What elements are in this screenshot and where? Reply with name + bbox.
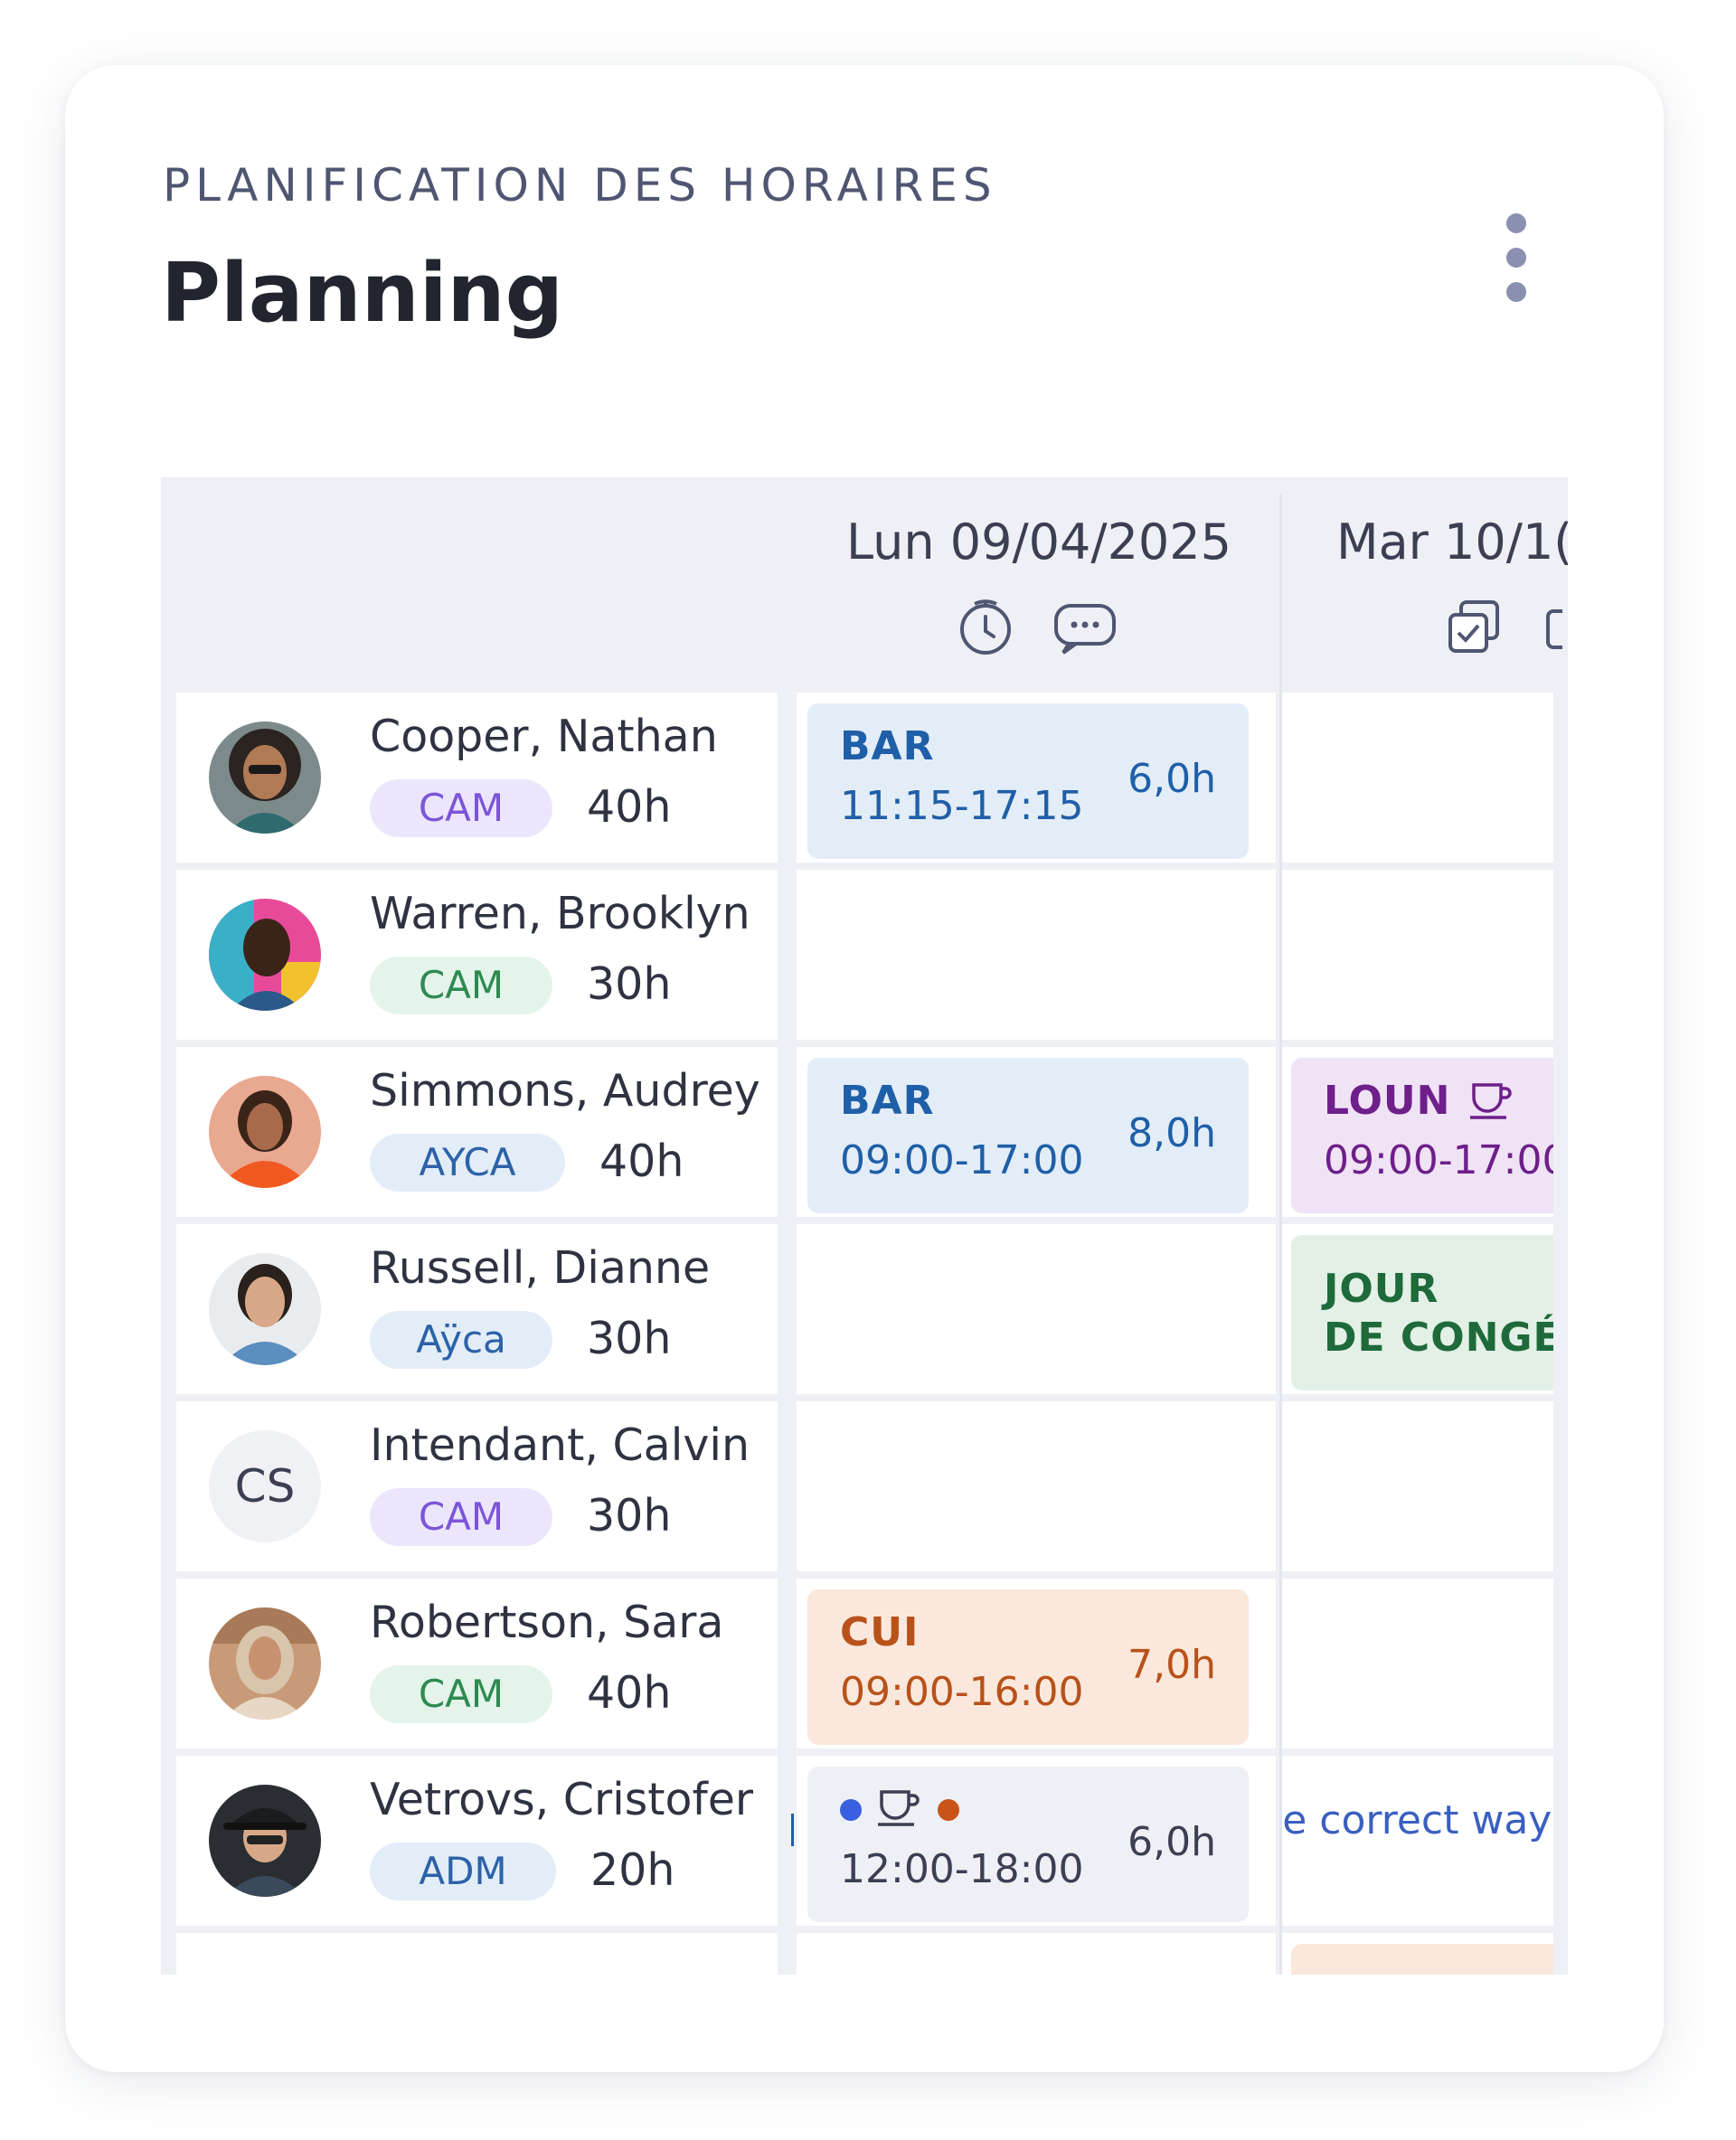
shift-duration: 8,0h [1127,1110,1216,1156]
role-badge: CAM [370,1665,552,1723]
table-row: CS Intendant, Calvin CAM 30h [161,1401,1568,1571]
avatar [209,899,321,1011]
avatar [209,721,321,834]
copy-check-icon[interactable] [1445,599,1503,656]
shift-time: 09:00-17:00 [840,1137,1084,1183]
role-badge: CAM [370,779,552,837]
comment-icon[interactable] [1052,599,1118,656]
employee-name: Russell, Dianne [370,1242,711,1294]
employee-name: Intendant, Calvin [370,1419,750,1471]
day-cell[interactable] [1282,1933,1553,1975]
avatar [209,1076,321,1188]
employee-name: Robertson, Sara [370,1597,724,1648]
day-header-mon: Lun 09/04/2025 [846,514,1231,570]
role-badge: ADM [370,1843,556,1900]
table-row [161,1933,1568,1975]
employee-cell[interactable]: Russell, Dianne Aÿca 30h [176,1224,778,1394]
table-row: Vetrovs, Cristofer ADM 20h 12:00-18:00 6… [161,1756,1568,1926]
day-cell[interactable] [797,1933,1276,1975]
day-cell[interactable] [797,1224,1276,1394]
contract-hours: 30h [587,1490,672,1541]
employee-cell[interactable]: Simmons, Audrey AYCA 40h [176,1047,778,1217]
shift-card[interactable]: 12:00-18:00 6,0h [807,1767,1249,1922]
contract-hours: 40h [587,781,672,833]
table-row: Russell, Dianne Aÿca 30h JOUR DE CONGÉ [161,1224,1568,1394]
day-cell[interactable]: JOUR DE CONGÉ [1282,1224,1553,1394]
shift-time: 12:00-18:00 [840,1846,1084,1892]
shift-card[interactable] [1291,1944,1553,1975]
day-cell[interactable] [1282,1401,1553,1571]
shift-card[interactable]: LOUN 09:00-17:00 [1291,1058,1553,1213]
day-cell[interactable] [1282,870,1553,1040]
shift-card[interactable]: BAR 09:00-17:00 8,0h [807,1058,1249,1213]
day-off-card[interactable]: JOUR DE CONGÉ [1291,1235,1553,1391]
cursor-marker [791,1814,794,1846]
status-dot-blue [840,1799,862,1821]
contract-hours: 40h [587,1667,672,1719]
table-row: Robertson, Sara CAM 40h CUI 09:00-16:00 … [161,1579,1568,1749]
contract-hours: 40h [599,1136,684,1187]
page-title: Planning [161,246,564,341]
employee-cell[interactable]: Cooper, Nathan CAM 40h [176,693,778,863]
table-row: Simmons, Audrey AYCA 40h BAR 09:00-17:00… [161,1047,1568,1217]
day-cell[interactable]: BAR 11:15-17:15 6,0h [797,693,1276,863]
day-cell[interactable] [797,1401,1276,1571]
section-eyebrow: PLANIFICATION DES HORAIRES [163,159,997,212]
shift-time: 09:00-16:00 [840,1669,1084,1715]
partial-icon[interactable] [1539,599,1566,656]
employee-name: Cooper, Nathan [370,711,718,762]
day-cell[interactable] [1282,693,1553,863]
contract-hours: 20h [590,1844,675,1896]
shift-duration: 6,0h [1127,756,1216,802]
avatar [209,1607,321,1720]
role-badge: AYCA [370,1134,565,1192]
shift-code: BAR [840,723,935,769]
day-cell[interactable]: ıe correct way [1282,1756,1553,1926]
shift-time: 11:15-17:15 [840,783,1084,829]
avatar [209,1253,321,1365]
employee-cell[interactable]: CS Intendant, Calvin CAM 30h [176,1401,778,1571]
day-off-line2: DE CONGÉ [1324,1315,1553,1361]
day-cell[interactable] [797,870,1276,1040]
table-row: Warren, Brooklyn CAM 30h [161,870,1568,1040]
kebab-menu-icon[interactable] [1494,208,1539,307]
note-text: ıe correct way [1282,1797,1552,1843]
day-cell[interactable] [1282,1579,1553,1749]
role-badge: CAM [370,1488,552,1546]
avatar-initials: CS [209,1430,321,1542]
status-dot-orange [938,1799,959,1821]
employee-name: Simmons, Audrey [370,1065,760,1117]
day-cell[interactable]: BAR 09:00-17:00 8,0h [797,1047,1276,1217]
shift-duration: 6,0h [1127,1819,1216,1865]
contract-hours: 30h [587,958,672,1010]
clock-icon[interactable] [957,599,1014,656]
shift-code: BAR [840,1078,935,1124]
employee-cell[interactable]: Vetrovs, Cristofer ADM 20h [176,1756,778,1926]
role-badge: CAM [370,957,552,1014]
shift-code: LOUN [1324,1078,1451,1124]
schedule-grid: Lun 09/04/2025 Mar 10/1( Cooper, Nathan … [161,477,1568,1975]
employee-name: Warren, Brooklyn [370,888,750,939]
day-cell[interactable]: CUI 09:00-16:00 7,0h [797,1579,1276,1749]
day-cell[interactable]: 12:00-18:00 6,0h [791,1756,1276,1926]
table-row: Cooper, Nathan CAM 40h BAR 11:15-17:15 6… [161,693,1568,863]
employee-cell[interactable]: Robertson, Sara CAM 40h [176,1579,778,1749]
shift-code: CUI [840,1609,920,1655]
shift-card[interactable]: BAR 11:15-17:15 6,0h [807,703,1249,859]
shift-card[interactable]: CUI 09:00-16:00 7,0h [807,1589,1249,1745]
shift-duration: 7,0h [1127,1642,1216,1688]
coffee-break-icon [1468,1079,1514,1125]
contract-hours: 30h [587,1313,672,1364]
employee-cell[interactable]: Warren, Brooklyn CAM 30h [176,870,778,1040]
role-badge: Aÿca [370,1311,552,1369]
avatar [209,1785,321,1897]
day-header-tue: Mar 10/1( [1336,514,1568,570]
employee-name: Vetrovs, Cristofer [370,1774,754,1825]
day-cell[interactable]: LOUN 09:00-17:00 [1282,1047,1553,1217]
day-off-line1: JOUR [1324,1266,1439,1312]
shift-time: 09:00-17:00 [1324,1137,1553,1183]
employee-cell[interactable] [176,1933,778,1975]
coffee-break-icon [876,1786,921,1832]
